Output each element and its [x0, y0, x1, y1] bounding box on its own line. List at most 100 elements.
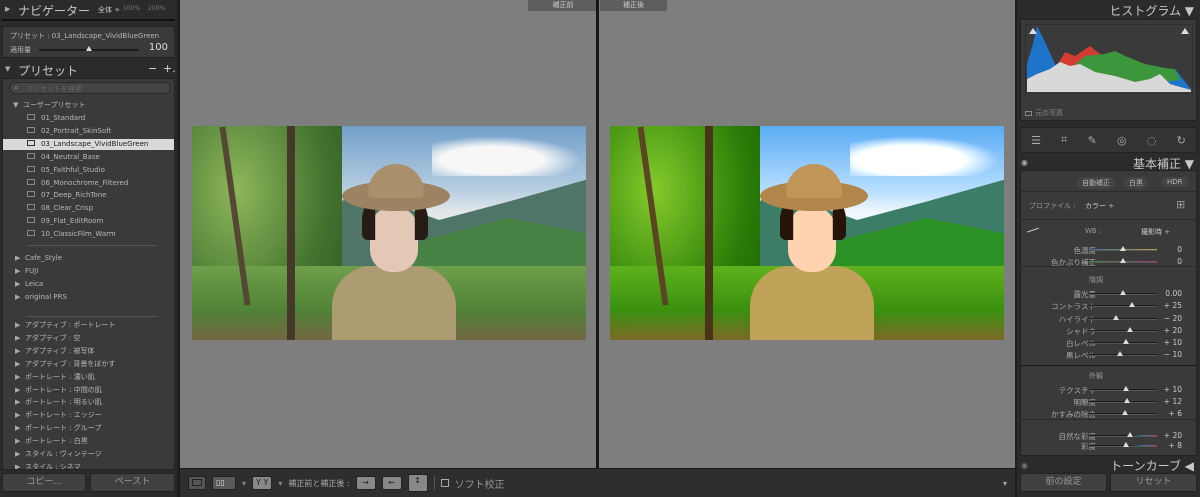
add-preset-button[interactable]: +. [163, 62, 176, 75]
preset-group[interactable]: ▶ ポートレート : 白黒 [15, 436, 88, 446]
auto-button[interactable]: 自動補正 [1077, 177, 1115, 189]
adjustment-slider[interactable] [1089, 410, 1157, 415]
slider-value[interactable]: + 10 [1164, 385, 1182, 394]
slider-value[interactable]: + 10 [1164, 338, 1182, 347]
paste-button[interactable]: ペースト [90, 473, 175, 492]
previous-settings-button[interactable]: 前の設定 [1020, 473, 1107, 492]
adjustment-slider[interactable] [1089, 398, 1157, 403]
slider-value[interactable]: + 8 [1169, 441, 1182, 450]
presets-header[interactable]: ▼ プリセット − +. [0, 61, 177, 78]
slider-handle[interactable] [1113, 315, 1120, 320]
slider-handle[interactable] [1126, 432, 1133, 437]
visibility-eye-icon[interactable]: ◉ [1021, 158, 1028, 167]
adjustment-slider[interactable] [1089, 258, 1157, 263]
eyedropper-icon[interactable]: ⁄ [1026, 224, 1038, 238]
hdr-button[interactable]: HDR [1161, 177, 1189, 187]
slider-value[interactable]: − 10 [1164, 350, 1182, 359]
slider-handle[interactable] [1128, 302, 1135, 307]
wb-dropdown[interactable]: 撮影時 ÷ [1141, 227, 1170, 237]
sliders-icon[interactable]: ☰ [1031, 134, 1041, 147]
tone-curve-title[interactable]: トーンカーブ ◀ [1110, 457, 1194, 474]
slider-value[interactable]: + 6 [1169, 409, 1182, 418]
preset-item[interactable]: 08_Clear_Crisp [3, 203, 174, 214]
copy-after-to-before-icon[interactable]: ← [381, 476, 402, 490]
preset-item[interactable]: 06_Monochrome_Filtered [3, 178, 174, 189]
slider-value[interactable]: 0 [1177, 257, 1182, 266]
heal-icon[interactable]: ✎ [1088, 134, 1097, 147]
preset-group[interactable]: ▶ アダプティブ : ポートレート [15, 320, 115, 330]
slider-value[interactable]: + 25 [1164, 301, 1182, 310]
preset-search-input[interactable]: ⌕ プリセットを検索 [9, 82, 171, 94]
preset-item[interactable]: 04_Neutral_Base [3, 152, 174, 163]
preset-item[interactable]: 03_Landscape_VividBlueGreen [3, 138, 174, 150]
preset-group[interactable]: ▶ スタイル : シネマ [15, 462, 81, 469]
adjustment-slider[interactable] [1089, 386, 1157, 391]
slider-handle[interactable] [86, 46, 92, 51]
preset-group[interactable]: ▶ アダプティブ : 被写体 [15, 346, 94, 356]
dropdown-icon[interactable]: ▾ [278, 479, 282, 488]
zoom-fit[interactable]: 全体 ÷ [98, 5, 120, 15]
adjustment-slider[interactable] [1089, 315, 1157, 320]
profile-browser-icon[interactable]: ⊞ [1176, 198, 1185, 211]
reset-button[interactable]: リセット [1110, 473, 1197, 492]
preset-item[interactable]: 05_Faithful_Studio [3, 165, 174, 176]
redeye-icon[interactable]: ◎ [1117, 134, 1127, 147]
preset-item[interactable]: 01_Standard [3, 113, 174, 124]
split-divider[interactable] [596, 0, 599, 468]
soft-proof-checkbox[interactable] [440, 479, 449, 487]
adjustment-slider[interactable] [1089, 432, 1157, 437]
navigator-header[interactable]: ▶ ナビゲーター 全体 ÷ 100% 200% [0, 0, 177, 18]
preset-group[interactable]: ▶ FUJI [15, 267, 38, 275]
slider-handle[interactable] [1120, 290, 1126, 295]
preset-item[interactable]: 10_ClassicFilm_Warm [3, 229, 174, 240]
black-white-button[interactable]: 白黒 [1124, 177, 1148, 189]
preset-group[interactable]: ▶ ポートレート : 明るい肌 [15, 397, 102, 407]
slider-value[interactable]: + 20 [1164, 431, 1182, 440]
slider-value[interactable]: 0.00 [1165, 289, 1182, 298]
preset-item[interactable]: 02_Portrait_SkinSoft [3, 126, 174, 137]
loupe-view-button[interactable] [188, 476, 206, 490]
preset-group[interactable]: ▶ アダプティブ : 背景をぼかす [15, 359, 115, 369]
adjustment-slider[interactable] [1089, 327, 1157, 332]
preset-group[interactable]: ▶ Cafe_Style [15, 254, 62, 262]
slider-handle[interactable] [1126, 327, 1133, 332]
zoom-200[interactable]: 200% [148, 5, 165, 12]
swap-icon[interactable]: ↕ [407, 474, 428, 492]
toolbar-menu-icon[interactable]: ▾ [1003, 479, 1007, 488]
slider-value[interactable]: − 20 [1164, 314, 1182, 323]
before-after-yy-button[interactable]: Y Y [252, 476, 273, 490]
preset-group[interactable]: ▶ ポートレート : グループ [15, 423, 101, 433]
profile-dropdown[interactable]: カラー ÷ [1085, 201, 1114, 211]
adjustment-slider[interactable] [1089, 442, 1157, 447]
preset-group[interactable]: ▶ ポートレート : エッジー [15, 410, 102, 420]
dropdown-icon[interactable]: ▾ [242, 479, 246, 488]
slider-handle[interactable] [1122, 410, 1129, 415]
adjustment-slider[interactable] [1089, 246, 1157, 251]
adjustment-slider[interactable] [1089, 302, 1157, 307]
before-photo[interactable] [192, 126, 586, 340]
preset-group[interactable]: ▶ ポートレート : 中間の肌 [15, 385, 102, 395]
preset-group[interactable]: ▶ original PRS [15, 293, 67, 301]
adjustment-slider[interactable] [1089, 290, 1157, 295]
histogram-title[interactable]: ヒストグラム ▼ [1109, 2, 1194, 19]
before-after-button[interactable]: ▯▯ [212, 476, 236, 490]
amount-slider[interactable] [39, 46, 139, 51]
copy-before-to-after-icon[interactable]: → [355, 476, 376, 490]
after-photo[interactable] [610, 126, 1004, 340]
slider-value[interactable]: 0 [1177, 245, 1182, 254]
slider-handle[interactable] [1120, 246, 1126, 251]
adjustment-slider[interactable] [1089, 351, 1157, 356]
slider-handle[interactable] [1124, 398, 1131, 403]
preset-group[interactable]: ▶ ポートレート : 濃い肌 [15, 372, 95, 382]
visibility-eye-icon[interactable]: ◉ [1021, 461, 1028, 470]
slider-value[interactable]: + 20 [1164, 326, 1182, 335]
preset-group[interactable]: ▶ アダプティブ : 空 [15, 333, 80, 343]
user-presets-group[interactable]: ▼ ユーザープリセット [13, 100, 85, 110]
copy-button[interactable]: コピー... [2, 473, 86, 492]
slider-handle[interactable] [1122, 442, 1129, 447]
preset-group[interactable]: ▶ Leica [15, 280, 43, 288]
zoom-100[interactable]: 100% [123, 5, 140, 12]
slider-handle[interactable] [1123, 386, 1130, 391]
adjustment-slider[interactable] [1089, 339, 1157, 344]
remove-preset-button[interactable]: − [148, 62, 157, 75]
